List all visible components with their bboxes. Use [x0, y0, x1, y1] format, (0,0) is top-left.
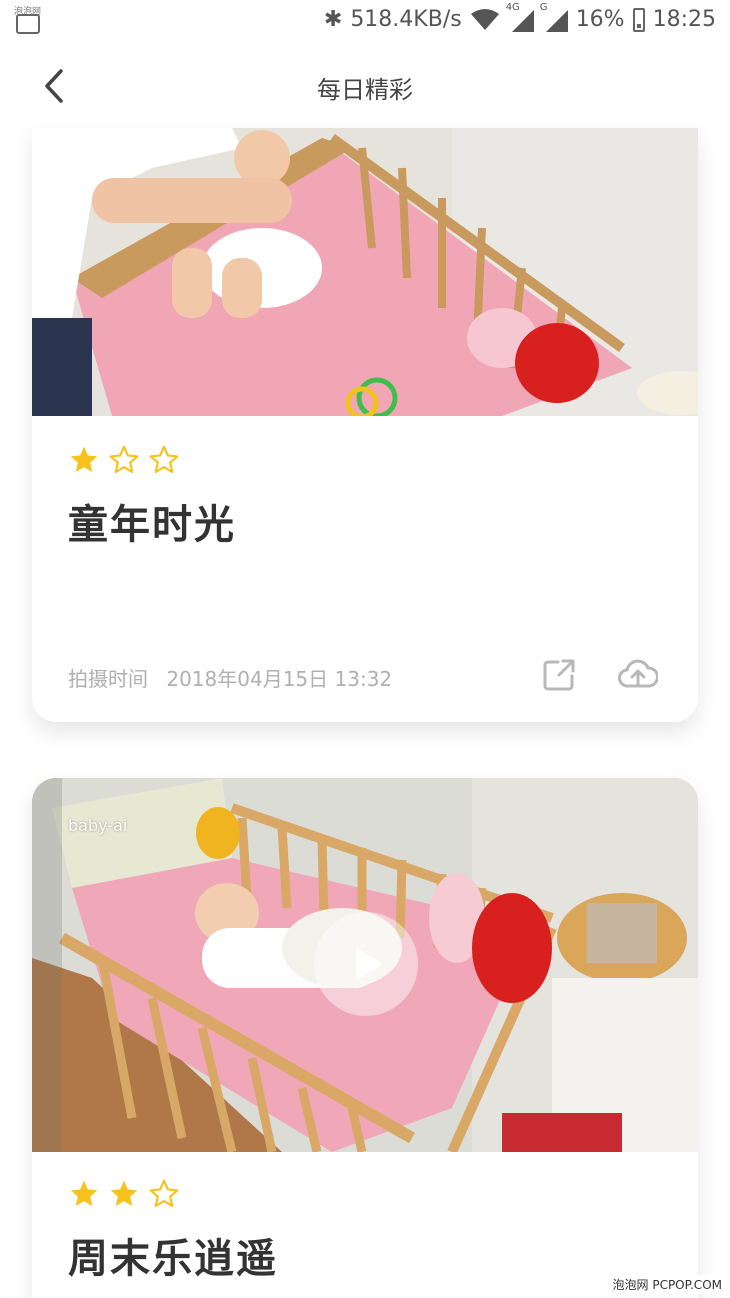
capture-time: 拍摄时间 2018年04月15日 13:32 [68, 663, 404, 692]
cloud-upload-icon [618, 659, 659, 688]
star-filled-icon [110, 1180, 138, 1206]
card-title: 童年时光 [68, 502, 236, 548]
card-video-thumbnail[interactable]: baby-ai [32, 778, 698, 1152]
star-empty-icon [149, 445, 179, 474]
bluetooth-icon: ✱ [323, 7, 343, 32]
cloud-upload-button[interactable] [618, 658, 659, 692]
capture-time-label: 拍摄时间 [68, 667, 148, 691]
highlight-card[interactable]: 童年时光 拍摄时间 2018年04月15日 13:32 [32, 128, 698, 722]
app-header: 每日精彩 [0, 46, 730, 126]
battery-icon [632, 7, 645, 32]
play-button[interactable] [314, 912, 418, 1016]
card-title: 周末乐逍遥 [68, 1236, 278, 1282]
battery-percent: 16% [575, 7, 625, 32]
share-button[interactable] [542, 658, 576, 692]
star-empty-icon [149, 1179, 179, 1208]
gallery-notification: 泡泡网 [14, 7, 42, 36]
site-watermark: 泡泡网 PCPOP.COM [608, 1275, 726, 1294]
star-filled-icon [70, 1180, 98, 1206]
page-title: 每日精彩 [317, 76, 413, 104]
star-empty-icon [109, 445, 139, 474]
signal-g-icon: G [540, 2, 568, 32]
wifi-icon [470, 8, 500, 32]
star-rating [68, 1178, 180, 1210]
image-icon [16, 14, 40, 34]
capture-time-value: 2018年04月15日 13:32 [166, 667, 393, 691]
share-icon [543, 659, 575, 691]
clock: 18:25 [652, 7, 716, 32]
card-photo[interactable] [32, 128, 698, 416]
star-filled-icon [70, 446, 98, 472]
crib-photo-image [32, 128, 698, 416]
play-icon [356, 948, 382, 980]
highlight-card[interactable]: baby-ai 周末乐逍遥 [32, 778, 698, 1298]
star-rating [68, 444, 180, 476]
signal-4g-icon: 4G [506, 2, 534, 32]
status-bar: 泡泡网 ✱ 518.4KB/s 4G G 16% 18:25 [0, 0, 730, 46]
video-watermark: baby-ai [68, 816, 128, 835]
network-speed: 518.4KB/s [350, 7, 462, 32]
